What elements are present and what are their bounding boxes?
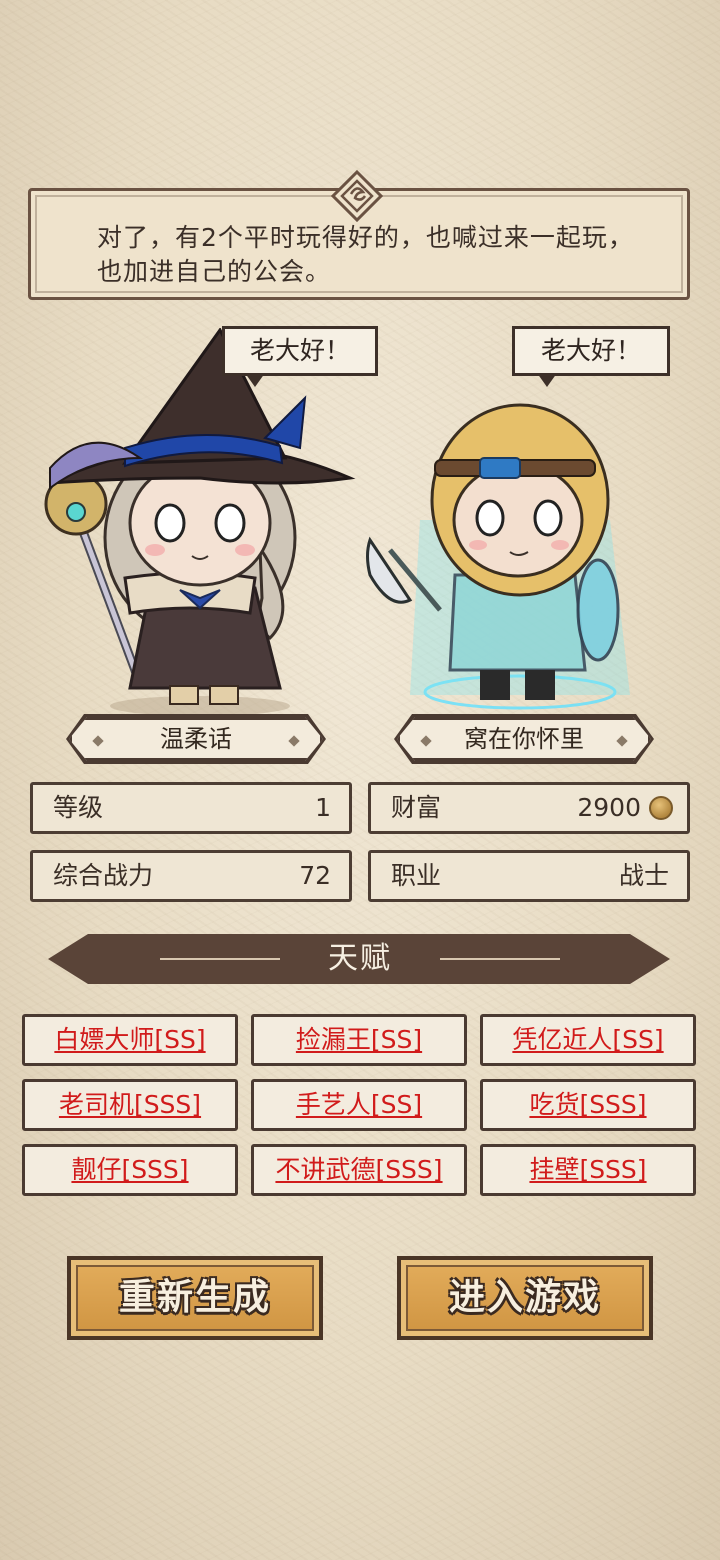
greeting-text-right: 老大好！ [540,336,641,365]
talent-label[interactable]: 白嫖大师[SS] [54,1025,205,1054]
stat-level-value: 1 [315,793,331,822]
diamond-icon [616,735,627,746]
talent-chip[interactable]: 靓仔[SSS] [22,1144,238,1196]
speech-bubble-right: 老大好！ [512,326,670,387]
name-text-left: 温柔话 [160,725,232,753]
bubble-tail [245,373,265,387]
ornament-emblem-icon [331,170,383,222]
talent-label[interactable]: 吃货[SSS] [529,1090,646,1119]
talent-label[interactable]: 老司机[SSS] [59,1090,201,1119]
witch-mage-character [44,328,356,716]
stat-wealth-value: 2900 [577,793,641,822]
stat-power-label: 综合战力 [53,861,154,890]
stat-wealth-label: 财富 [391,793,442,822]
talent-chip[interactable]: 老司机[SSS] [22,1079,238,1131]
stat-power-value: 72 [299,861,331,890]
dialog-text: 对了，有2个平时玩得好的，也喊过来一起玩， 也加进自己的公会。 [97,221,657,289]
greeting-text-left: 老大好！ [249,336,350,365]
talent-label[interactable]: 手艺人[SS] [296,1090,422,1119]
stat-wealth: 财富 2900 [368,782,690,834]
diamond-icon [288,735,299,746]
talent-label[interactable]: 挂壁[SSS] [529,1155,646,1184]
talent-chip[interactable]: 挂壁[SSS] [480,1144,696,1196]
character-name-left: 温柔话 [69,717,323,761]
talent-title: 天赋 [328,941,392,976]
diamond-icon [92,735,103,746]
talent-chip[interactable]: 不讲武德[SSS] [251,1144,467,1196]
talent-label[interactable]: 捡漏王[SS] [296,1025,422,1054]
name-text-right: 窝在你怀里 [464,725,584,753]
stat-class-label: 职业 [391,861,442,890]
talent-chip[interactable]: 白嫖大师[SS] [22,1014,238,1066]
character-name-right: 窝在你怀里 [397,717,651,761]
talent-chip[interactable]: 吃货[SSS] [480,1079,696,1131]
bubble-tail [537,373,557,387]
regenerate-button[interactable]: 重新生成 [67,1256,323,1340]
enter-game-button[interactable]: 进入游戏 [397,1256,653,1340]
talent-chip[interactable]: 捡漏王[SS] [251,1014,467,1066]
speech-bubble-left: 老大好！ [222,326,378,387]
talent-label[interactable]: 凭亿近人[SS] [512,1025,663,1054]
stat-class: 职业 战士 [368,850,690,902]
gold-coin-icon [649,796,673,820]
stat-class-value: 战士 [618,861,669,890]
talent-chip[interactable]: 手艺人[SS] [251,1079,467,1131]
talent-chip[interactable]: 凭亿近人[SS] [480,1014,696,1066]
warrior-character-ghost [366,403,630,710]
diamond-icon [420,735,431,746]
talent-label[interactable]: 不讲武德[SSS] [275,1155,442,1184]
stat-level: 等级 1 [30,782,352,834]
stat-level-label: 等级 [53,793,104,822]
stat-power: 综合战力 72 [30,850,352,902]
talent-label[interactable]: 靓仔[SSS] [71,1155,188,1184]
dialog-line-1: 对了，有2个平时玩得好的，也喊过来一起玩， [97,223,634,252]
dialog-line-2: 也加进自己的公会。 [97,257,332,286]
